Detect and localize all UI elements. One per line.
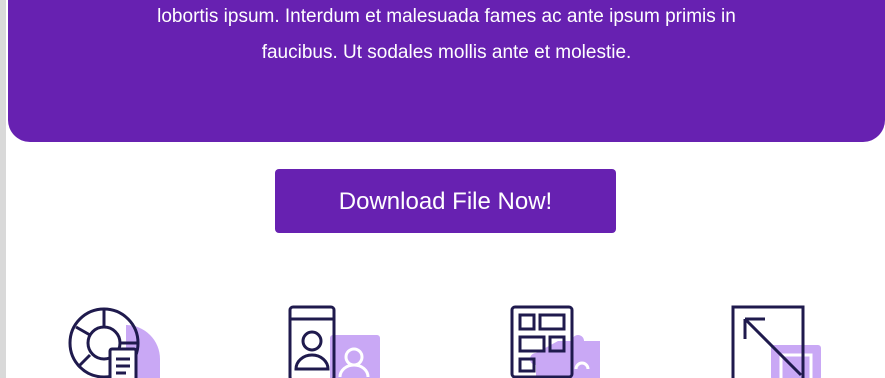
user-profile-icon [288,305,388,378]
download-file-button[interactable]: Download File Now! [275,169,616,233]
banner-text-line: faucibus. Ut sodales mollis ante et mole… [261,42,632,63]
page: lobortis ipsum. Interdum et malesuada fa… [0,0,885,378]
puzzle-layout-icon [510,305,610,378]
expand-arrow-icon [731,305,831,378]
banner-text-line: lobortis ipsum. Interdum et malesuada fa… [157,6,736,27]
hero-banner: lobortis ipsum. Interdum et malesuada fa… [8,0,885,142]
window-edge [0,0,6,378]
pie-chart-report-icon [66,305,166,378]
